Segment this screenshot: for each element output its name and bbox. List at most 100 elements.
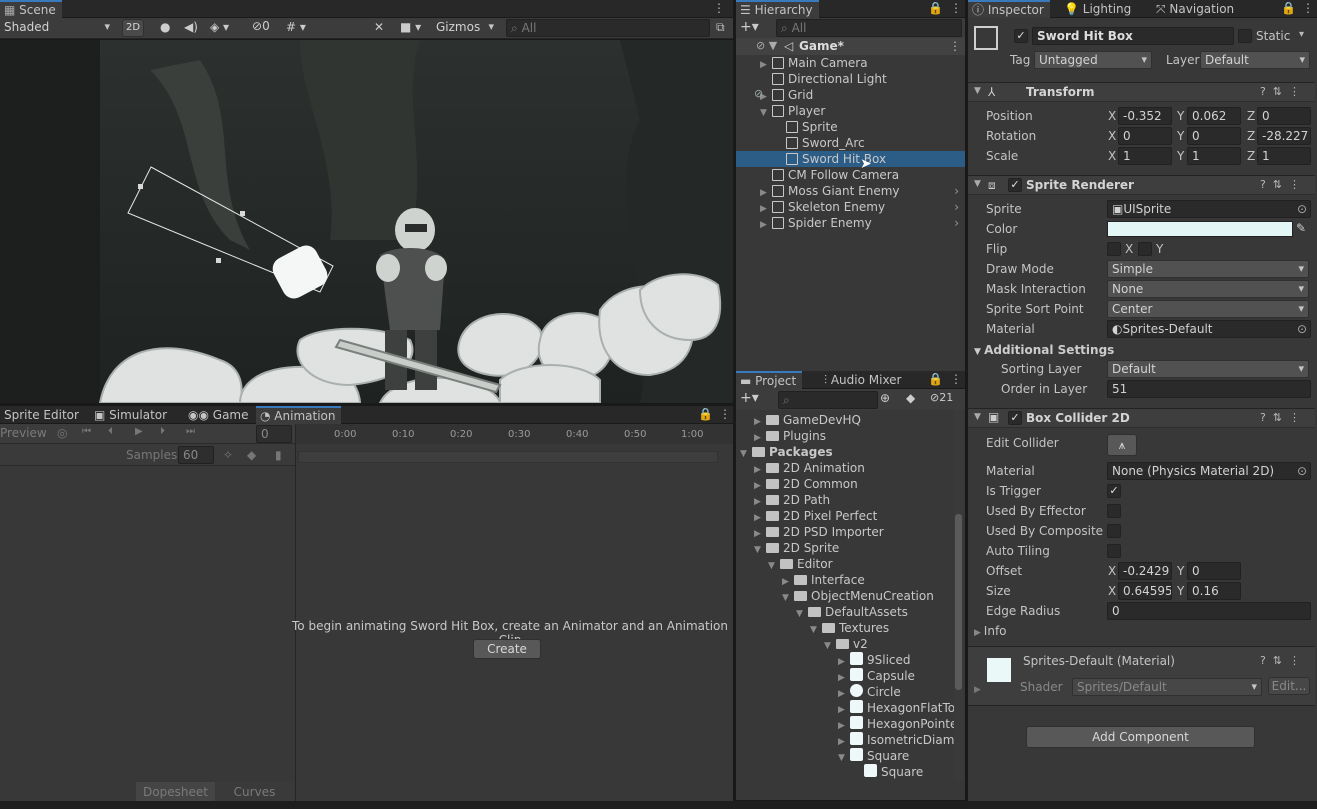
edit-collider-button[interactable]: ⩚ — [1107, 434, 1137, 456]
grid-snap-icon[interactable]: # ▾ — [286, 20, 306, 34]
project-item[interactable]: ▶ 9Sliced — [736, 652, 954, 668]
tab-game[interactable]: ◉◉ Game — [184, 406, 255, 424]
hierarchy-item[interactable]: ▶ Skeleton Enemy › — [736, 199, 965, 215]
size-y-field[interactable]: 0.16 — [1187, 582, 1241, 600]
play-icon[interactable]: ▶ — [135, 426, 143, 437]
keyframe-icon[interactable]: ✧ — [223, 448, 233, 462]
hierarchy-item[interactable]: CM Follow Camera — [736, 167, 965, 183]
offset-y-field[interactable]: 0 — [1187, 562, 1241, 580]
shader-dropdown[interactable]: Sprites/Default — [1072, 678, 1262, 696]
project-item[interactable]: ▼ DefaultAssets — [736, 604, 954, 620]
physics-material-field[interactable]: None (Physics Material 2D) ⊙ — [1107, 462, 1311, 480]
hierarchy-item[interactable]: Sword_Arc — [736, 135, 965, 151]
tab-navigation[interactable]: ⤧ Navigation — [1152, 0, 1240, 18]
curves-tab[interactable]: Curves — [215, 782, 294, 802]
add-icon[interactable]: +▾ — [740, 19, 759, 35]
scale-x-field[interactable]: 1 — [1118, 147, 1172, 165]
add-keyframe-icon[interactable]: ◆ — [247, 448, 256, 462]
eyedropper-icon[interactable]: ✎ — [1296, 221, 1306, 235]
project-item[interactable]: Square — [736, 764, 954, 780]
scene-root-row[interactable]: ⊘ ▼ ◁ Game* ⋮ — [736, 38, 965, 55]
project-item[interactable]: ▶ 2D Animation — [736, 460, 954, 476]
effects-icon[interactable]: ◈ ▾ — [210, 20, 229, 34]
sorting-layer-dropdown[interactable]: Default — [1107, 360, 1309, 378]
active-checkbox[interactable]: ✓ — [1014, 29, 1028, 43]
lock-icon[interactable]: 🔒 — [928, 372, 943, 386]
position-y-field[interactable]: 0.062 — [1187, 107, 1241, 125]
sprite-field[interactable]: ▣UISprite ⊙ — [1107, 200, 1311, 218]
foldout-icon[interactable]: ▶ — [760, 217, 772, 233]
object-name-field[interactable]: Sword Hit Box — [1032, 27, 1234, 45]
flip-x-checkbox[interactable] — [1107, 242, 1121, 256]
hierarchy-item[interactable]: ▶ Grid — [736, 87, 965, 103]
scene-viewport[interactable] — [0, 40, 733, 403]
additional-settings-foldout[interactable]: ▼ Additional Settings — [974, 343, 1114, 357]
samples-field[interactable]: 60 — [178, 446, 214, 464]
project-item[interactable]: ▶ HexagonFlatTo — [736, 700, 955, 716]
auto-tiling-checkbox[interactable] — [1107, 544, 1121, 558]
shading-mode-dropdown[interactable]: Shaded — [0, 19, 114, 37]
chevron-right-icon[interactable]: › — [954, 215, 959, 231]
tab-inspector[interactable]: ⓘ Inspector — [968, 0, 1050, 18]
record-icon[interactable]: ◎ — [57, 426, 67, 440]
lighting-icon[interactable]: ● — [160, 20, 170, 34]
tab-scene[interactable]: ▦ Scene — [0, 0, 62, 18]
scene-search-input[interactable]: ⌕ All — [506, 19, 710, 37]
layer-dropdown[interactable]: Default — [1200, 51, 1310, 69]
tag-dropdown[interactable]: Untagged — [1034, 51, 1152, 69]
project-item[interactable]: ▶ Plugins — [736, 428, 954, 444]
static-checkbox[interactable] — [1238, 29, 1252, 43]
box-collider-header[interactable]: ▼ ▣ ✓ Box Collider 2D ?⇅⋮ — [968, 408, 1315, 428]
position-z-field[interactable]: 0 — [1257, 107, 1311, 125]
dopesheet-tab[interactable]: Dopesheet — [136, 782, 215, 802]
tab-audio-mixer[interactable]: ⫶ Audio Mixer — [820, 371, 908, 389]
project-item[interactable]: ▶ IsometricDiamo — [736, 732, 962, 748]
is-trigger-checkbox[interactable]: ✓ — [1107, 484, 1121, 498]
hierarchy-item[interactable]: ▶ Moss Giant Enemy › — [736, 183, 965, 199]
project-item[interactable]: ▶ 2D Common — [736, 476, 954, 492]
transform-header[interactable]: ▼ ⅄ Transform ?⇅⋮ — [968, 82, 1315, 102]
next-frame-icon[interactable]: ⏵ — [160, 426, 165, 437]
hierarchy-item[interactable]: Sword Hit Box — [736, 151, 965, 167]
material-field[interactable]: ◐Sprites-Default ⊙ — [1107, 320, 1311, 338]
project-item[interactable]: ▶ 2D Pixel Perfect — [736, 508, 954, 524]
tab-simulator[interactable]: ▣ Simulator — [90, 406, 173, 424]
chevron-right-icon[interactable]: › — [954, 199, 959, 215]
kebab-menu-icon[interactable]: ⋮ — [950, 1, 962, 15]
color-swatch[interactable] — [1107, 221, 1293, 237]
mask-interaction-dropdown[interactable]: None — [1107, 280, 1309, 298]
sprite-renderer-header[interactable]: ▼ ⧈ ✓ Sprite Renderer ?⇅⋮ — [968, 175, 1315, 195]
rotation-y-field[interactable]: 0 — [1187, 127, 1241, 145]
last-frame-icon[interactable]: ⏭ — [186, 426, 195, 437]
enabled-checkbox[interactable]: ✓ — [1008, 411, 1022, 425]
project-item[interactable]: ▼ Packages — [736, 444, 954, 460]
audio-icon[interactable]: ◀) — [184, 20, 198, 34]
rotation-x-field[interactable]: 0 — [1118, 127, 1172, 145]
add-event-icon[interactable]: ▮ — [275, 448, 282, 462]
static-dropdown-icon[interactable]: ▾ — [1299, 29, 1304, 40]
size-x-field[interactable]: 0.64595 — [1118, 582, 1172, 600]
scale-z-field[interactable]: 1 — [1257, 147, 1311, 165]
splitter[interactable] — [733, 0, 736, 809]
flip-y-checkbox[interactable] — [1138, 242, 1152, 256]
lock-icon[interactable]: 🔒 — [1281, 1, 1296, 15]
project-item[interactable]: ▼ ObjectMenuCreation — [736, 588, 954, 604]
gizmos-dropdown[interactable]: Gizmos — [432, 19, 498, 37]
sort-point-dropdown[interactable]: Center — [1107, 300, 1309, 318]
offset-x-field[interactable]: -0.2429 — [1118, 562, 1172, 580]
hierarchy-search-input[interactable]: ⌕ All — [776, 19, 962, 37]
kebab-menu-icon[interactable]: ⋮ — [950, 372, 962, 386]
project-item[interactable]: ▼ Editor — [736, 556, 954, 572]
hierarchy-item[interactable]: Directional Light — [736, 71, 965, 87]
project-item[interactable]: ▶ 2D PSD Importer — [736, 524, 954, 540]
first-frame-icon[interactable]: ⏮ — [82, 426, 91, 437]
tools-icon[interactable]: ✕ — [374, 20, 384, 34]
kebab-menu-icon[interactable]: ⋮ — [719, 407, 731, 421]
filter-label-icon[interactable]: ◆ — [906, 391, 915, 405]
splitter[interactable] — [965, 0, 968, 809]
hierarchy-item[interactable]: Sprite — [736, 119, 965, 135]
scale-y-field[interactable]: 1 — [1187, 147, 1241, 165]
project-item[interactable]: ▼ Square — [736, 748, 954, 764]
project-item[interactable]: ▼ Textures — [736, 620, 954, 636]
edge-radius-field[interactable]: 0 — [1107, 602, 1311, 620]
